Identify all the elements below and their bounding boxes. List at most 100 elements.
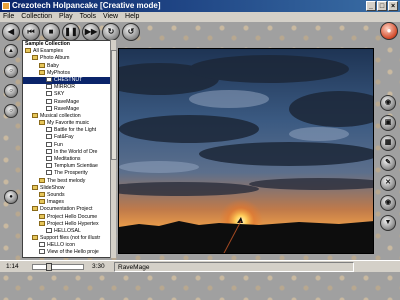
refresh-button[interactable]: ↻ bbox=[102, 23, 120, 41]
maximize-button[interactable]: □ bbox=[377, 1, 387, 11]
position-slider[interactable] bbox=[32, 263, 84, 271]
exit-skin-button[interactable]: ● bbox=[380, 22, 398, 40]
ring-button-3[interactable]: ○ bbox=[4, 104, 18, 118]
tree-folder[interactable]: My Favorite music bbox=[23, 120, 115, 127]
tree-folder[interactable]: Images bbox=[23, 199, 115, 206]
disc-button[interactable]: ◉ bbox=[380, 95, 396, 111]
tree-item[interactable]: The Prosperity bbox=[23, 170, 115, 177]
tree-item[interactable]: Templum Scientiae bbox=[23, 163, 115, 170]
folder-icon bbox=[39, 199, 45, 205]
tree-item-label: Documentation Project bbox=[40, 206, 93, 213]
tree-item[interactable]: Fat&Fay bbox=[23, 134, 115, 141]
tree-title: Sample Collection bbox=[25, 41, 70, 47]
tree-item-label: Battle for the Light bbox=[54, 127, 97, 134]
download-button[interactable]: ▼ bbox=[380, 215, 396, 231]
tree-item-label: Fat&Fay bbox=[54, 134, 74, 141]
forward-button[interactable]: ▶▶ bbox=[82, 23, 100, 41]
folder-icon bbox=[39, 213, 45, 219]
delete-button[interactable]: ✕ bbox=[380, 175, 396, 191]
menu-view[interactable]: View bbox=[103, 12, 118, 22]
document-icon bbox=[39, 249, 45, 255]
document-icon bbox=[46, 98, 52, 104]
menu-help[interactable]: Help bbox=[125, 12, 139, 22]
menu-file[interactable]: File bbox=[3, 12, 14, 22]
folder-icon bbox=[39, 62, 45, 68]
tree-folder[interactable]: All Examples bbox=[23, 48, 115, 55]
document-icon bbox=[46, 148, 52, 154]
tree-item-label: View of the Hello proje bbox=[47, 249, 99, 256]
document-icon bbox=[46, 91, 52, 97]
tree-folder[interactable]: The best melody bbox=[23, 177, 115, 185]
tree-folder[interactable]: MyPhotos bbox=[23, 69, 115, 77]
close-button[interactable]: × bbox=[388, 1, 398, 11]
tree-item-label: SKY bbox=[54, 91, 65, 98]
folder-icon bbox=[32, 235, 38, 241]
tree-item[interactable]: MIRROR bbox=[23, 84, 115, 91]
stop-button[interactable]: ■ bbox=[42, 23, 60, 41]
record-button[interactable]: ● bbox=[4, 190, 18, 204]
folder-icon bbox=[32, 55, 38, 61]
ring-button-2[interactable]: ○ bbox=[4, 84, 18, 98]
rewind-button[interactable]: ⏮ bbox=[22, 23, 40, 41]
tree-scrollbar[interactable] bbox=[110, 40, 117, 258]
skin-bottom bbox=[0, 272, 400, 300]
tree-item-label: HELLO icon bbox=[47, 242, 75, 249]
tree-folder[interactable]: Sounds bbox=[23, 191, 115, 199]
tree-item[interactable]: Fun bbox=[23, 141, 115, 149]
tree-folder[interactable]: Photo Album bbox=[23, 55, 115, 62]
menu-tools[interactable]: Tools bbox=[80, 12, 96, 22]
tree-item-label: All Examples bbox=[33, 48, 63, 55]
status-bar: 1:14 3:30 RaveMage bbox=[0, 260, 400, 272]
folder-icon bbox=[39, 69, 45, 75]
options-button[interactable]: ◉ bbox=[380, 195, 396, 211]
tree-item-label: Templum Scientiae bbox=[54, 163, 98, 170]
tree-item[interactable]: CHESTNUT bbox=[23, 76, 115, 85]
tree-folder[interactable]: Support files (not for illustr bbox=[23, 235, 115, 242]
tree-folder[interactable]: Musical collection bbox=[23, 112, 115, 120]
menu-collection[interactable]: Collection bbox=[21, 12, 52, 22]
folder-icon bbox=[32, 184, 38, 190]
tree-item[interactable]: View of the Hello proje bbox=[23, 249, 115, 256]
tree-folder[interactable]: Baby bbox=[23, 62, 115, 70]
tree-item[interactable]: SKY bbox=[23, 91, 115, 98]
folder-icon bbox=[32, 206, 38, 212]
tree-folder[interactable]: Project Hello Docume bbox=[23, 213, 115, 221]
menu-play[interactable]: Play bbox=[59, 12, 73, 22]
edit-button[interactable]: ✎ bbox=[380, 155, 396, 171]
tree-folder[interactable]: Documentation Project bbox=[23, 206, 115, 213]
tree-item[interactable]: Meditations bbox=[23, 156, 115, 163]
ring-button-1[interactable]: ○ bbox=[4, 64, 18, 78]
folder-icon bbox=[25, 48, 31, 54]
tree-item-label: HELLOSAL bbox=[54, 227, 81, 234]
tree-item-label: Fun bbox=[54, 141, 63, 148]
app-icon bbox=[2, 2, 10, 10]
tree-item[interactable]: RaveMage bbox=[23, 98, 115, 106]
scrollbar-thumb[interactable] bbox=[111, 50, 117, 160]
tree-item-label: SlideShow bbox=[40, 184, 65, 191]
tree-item-label: MyPhotos bbox=[47, 69, 71, 76]
tree-item[interactable]: RaveMage bbox=[23, 105, 115, 113]
tree-item[interactable]: In the World of Dre bbox=[23, 148, 115, 156]
pause-button[interactable]: ❚❚ bbox=[62, 23, 80, 41]
left-control-strip: ▲ ○ ○ ○ ● bbox=[2, 44, 20, 254]
folder-icon bbox=[32, 112, 38, 118]
tree-item[interactable]: HELLOSAL bbox=[23, 227, 115, 235]
camera-button[interactable]: ▣ bbox=[380, 115, 396, 131]
tree-item-label: Meditations bbox=[54, 156, 81, 163]
nav-up-button[interactable]: ▲ bbox=[4, 44, 18, 58]
tree-folder[interactable]: Project Hello Hypertex bbox=[23, 220, 115, 228]
repeat-button[interactable]: ↺ bbox=[122, 23, 140, 41]
document-icon bbox=[46, 76, 52, 82]
tree-item-label: Project Hello Docume bbox=[47, 213, 98, 220]
minimize-button[interactable]: _ bbox=[366, 1, 376, 11]
tree-item[interactable]: Battle for the Light bbox=[23, 127, 115, 134]
document-icon bbox=[46, 156, 52, 162]
grid-button[interactable]: ▦ bbox=[380, 135, 396, 151]
tree-folder[interactable]: SlideShow bbox=[23, 184, 115, 192]
document-icon bbox=[46, 163, 52, 169]
tree-item-label: Photo Album bbox=[40, 55, 70, 62]
tree-item[interactable]: HELLO icon bbox=[23, 242, 115, 249]
back-button[interactable]: ◀ bbox=[2, 23, 20, 41]
slider-knob[interactable] bbox=[46, 263, 53, 271]
tree-item-label: Sounds bbox=[47, 191, 65, 198]
